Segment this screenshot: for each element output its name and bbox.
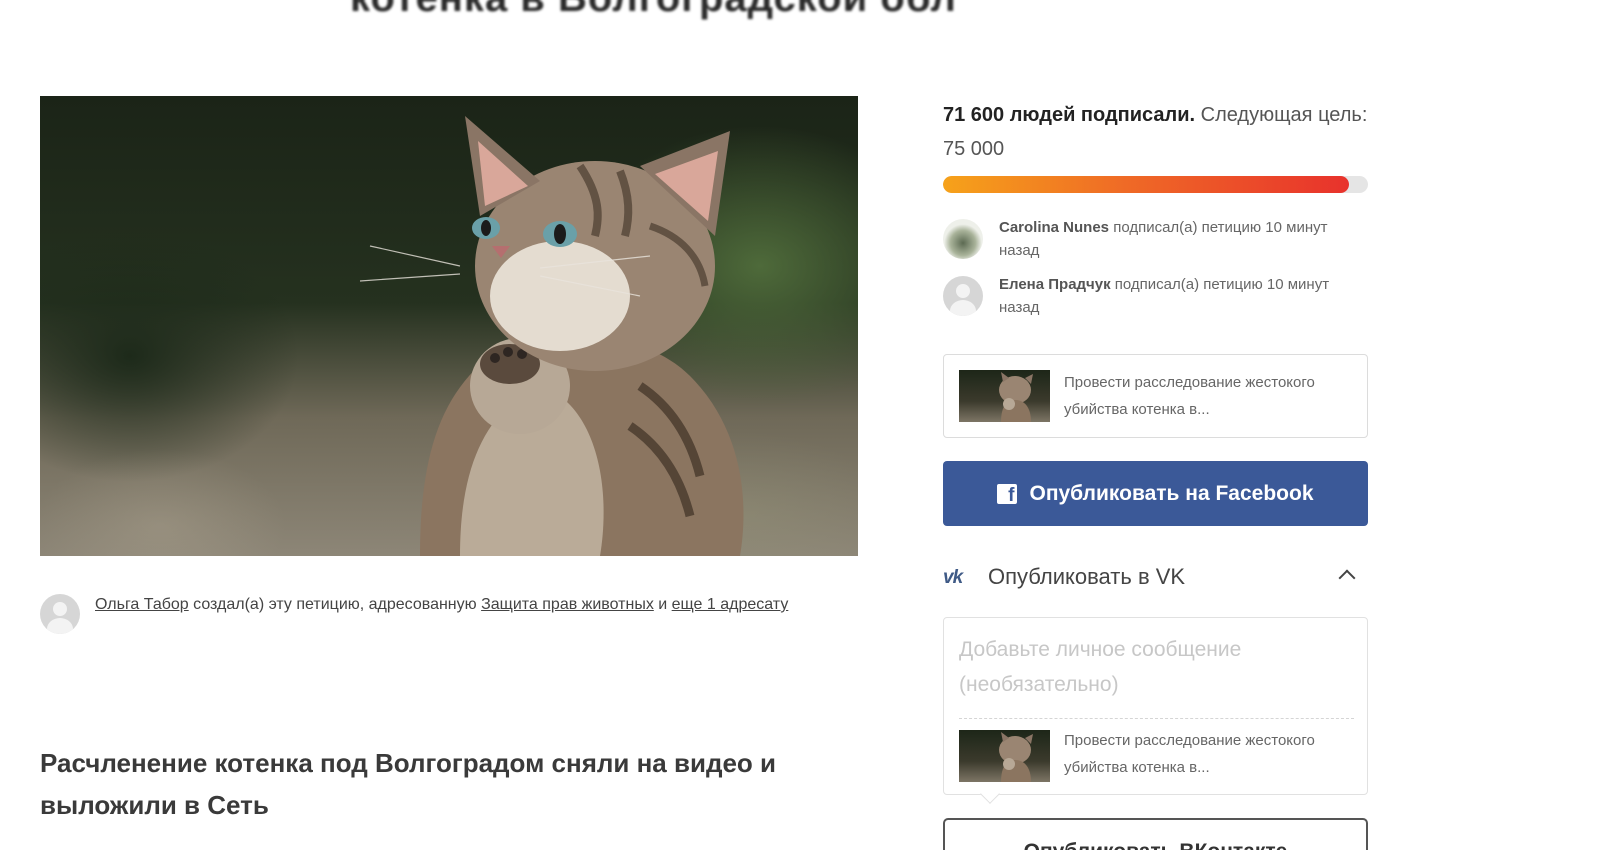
signature-progress-bar <box>943 176 1368 193</box>
signer-name: Елена Прадчук <box>999 276 1111 293</box>
signer-name: Carolina Nunes <box>999 219 1110 236</box>
vk-share-thumbnail <box>959 730 1050 782</box>
vk-message-input[interactable] <box>959 632 1354 712</box>
share-thumbnail <box>959 370 1050 422</box>
facebook-icon <box>997 483 1018 507</box>
author-avatar <box>40 594 80 634</box>
more-recipients-link[interactable]: еще 1 адресату <box>672 596 789 613</box>
signer-text: Елена Прадчук подписал(а) петицию 10 мин… <box>999 273 1359 319</box>
petition-image <box>40 96 858 556</box>
recent-signer: Carolina Nunes подписал(а) петицию 10 ми… <box>943 219 1368 269</box>
share-card-text: Провести расследование жестокого убийств… <box>1064 374 1315 418</box>
signer-text: Carolina Nunes подписал(а) петицию 10 ми… <box>999 216 1359 262</box>
vk-share-label: Опубликовать в VK <box>988 564 1186 589</box>
story-heading: Расчленение котенка под Волгоградом снял… <box>40 748 777 820</box>
signer-avatar <box>943 219 983 259</box>
facebook-share-button[interactable]: Опубликовать на Facebook <box>943 461 1368 526</box>
vk-share-toggle[interactable]: vk Опубликовать в VK <box>943 560 1368 600</box>
facebook-share-label: Опубликовать на Facebook <box>1029 481 1314 505</box>
author-link[interactable]: Ольга Табор <box>95 596 189 613</box>
vk-publish-button[interactable]: Опубликовать ВКонтакте <box>943 818 1368 850</box>
author-text: Ольга Табор создал(а) эту петицию, адрес… <box>95 590 840 619</box>
signature-count: 71 600 людей подписали. Следующая цель: … <box>943 98 1368 166</box>
signature-count-bold: 71 600 людей подписали. <box>943 104 1196 126</box>
vk-message-box: Провести расследование жестокого убийств… <box>943 617 1368 795</box>
signer-avatar <box>943 276 983 316</box>
vk-share-card-text: Провести расследование жестокого убийств… <box>1064 732 1315 776</box>
signature-progress-fill <box>943 176 1349 193</box>
divider <box>959 718 1354 719</box>
share-preview-card[interactable]: Провести расследование жестокого убийств… <box>943 354 1368 438</box>
author-created-text: создал(а) эту петицию, адресованную <box>188 596 482 613</box>
target-link[interactable]: Защита прав животных <box>481 596 654 613</box>
vk-icon: vk <box>943 567 963 588</box>
kitten-illustration <box>359 116 744 556</box>
recent-signer: Елена Прадчук подписал(а) петицию 10 мин… <box>943 276 1368 326</box>
chevron-up-icon[interactable] <box>1338 569 1356 587</box>
author-and-text: и <box>653 596 672 613</box>
petition-title: котенка в Волгоградской обл <box>350 0 957 21</box>
